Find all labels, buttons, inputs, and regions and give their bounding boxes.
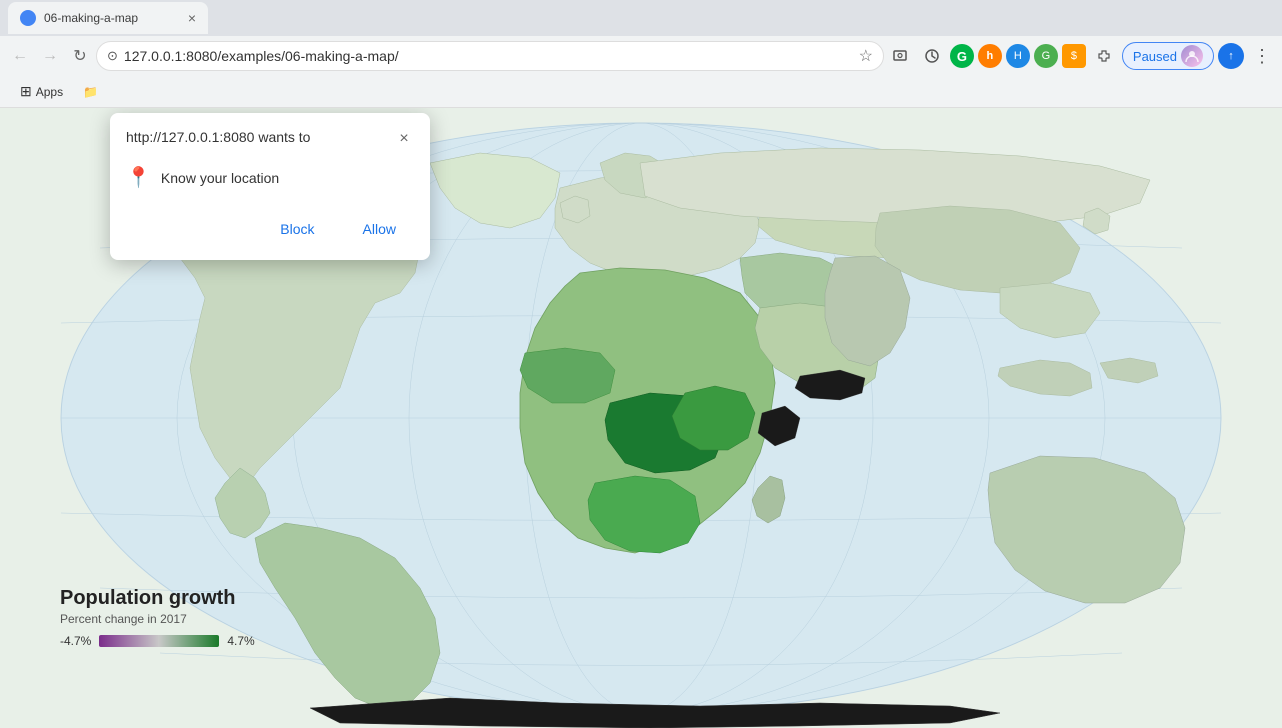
- legend-gradient-bar: [99, 635, 219, 647]
- active-tab[interactable]: 06-making-a-map ×: [8, 2, 208, 34]
- legend-title: Population growth: [60, 587, 255, 610]
- block-button[interactable]: Block: [262, 214, 332, 244]
- legend-min-label: -4.7%: [60, 634, 91, 648]
- history-icon[interactable]: [918, 42, 946, 70]
- toolbar-right: G h H G $ Paused ↑ ⋮: [886, 42, 1276, 70]
- address-bar[interactable]: ⊙ 127.0.0.1:8080/examples/06-making-a-ma…: [96, 41, 884, 71]
- folder-icon: 📁: [83, 85, 98, 99]
- legend-max-label: 4.7%: [227, 634, 254, 648]
- bookmark-apps[interactable]: ⊞ Apps: [12, 79, 71, 104]
- chrome-update-icon[interactable]: ↑: [1218, 43, 1244, 69]
- honey-icon[interactable]: h: [978, 44, 1002, 68]
- tab-title: 06-making-a-map: [44, 11, 180, 25]
- navigation-toolbar: ← → ↻ ⊙ 127.0.0.1:8080/examples/06-makin…: [0, 36, 1282, 76]
- more-options-icon[interactable]: ⋮: [1248, 42, 1276, 70]
- grammarly-icon[interactable]: G: [950, 44, 974, 68]
- popup-header: http://127.0.0.1:8080 wants to ×: [126, 129, 414, 149]
- permission-text: Know your location: [161, 170, 279, 186]
- apps-grid-icon: ⊞: [20, 83, 32, 100]
- tab-close-button[interactable]: ×: [188, 10, 196, 26]
- extension-icon[interactable]: H: [1006, 44, 1030, 68]
- back-button[interactable]: ←: [6, 42, 34, 70]
- security-icon: ⊙: [107, 48, 118, 64]
- legend-subtitle: Percent change in 2017: [60, 612, 255, 626]
- popup-permission-row: 📍 Know your location: [126, 161, 414, 194]
- reload-button[interactable]: ↻: [66, 42, 94, 70]
- map-legend: Population growth Percent change in 2017…: [60, 587, 255, 648]
- location-icon: 📍: [126, 165, 151, 190]
- tab-favicon: [20, 10, 36, 26]
- bookmark-folder[interactable]: 📁: [75, 81, 106, 103]
- bookmark-star-icon[interactable]: ☆: [859, 46, 873, 66]
- extensions-puzzle-icon[interactable]: [1090, 42, 1118, 70]
- legend-bar-container: -4.7% 4.7%: [60, 634, 255, 648]
- bookmark-apps-label: Apps: [36, 85, 63, 99]
- profile-badge[interactable]: Paused: [1122, 42, 1214, 70]
- browser-chrome: 06-making-a-map × ← → ↻ ⊙ 127.0.0.1:8080…: [0, 0, 1282, 108]
- screenshots-icon[interactable]: [886, 42, 914, 70]
- forward-button[interactable]: →: [36, 42, 64, 70]
- url-text: 127.0.0.1:8080/examples/06-making-a-map/: [124, 48, 853, 64]
- popup-actions: Block Allow: [126, 214, 414, 244]
- bookmarks-bar: ⊞ Apps 📁: [0, 76, 1282, 108]
- main-content: Population growth Percent change in 2017…: [0, 108, 1282, 728]
- permission-popup: http://127.0.0.1:8080 wants to × 📍 Know …: [110, 113, 430, 260]
- wallet-icon[interactable]: $: [1062, 44, 1086, 68]
- allow-button[interactable]: Allow: [345, 214, 414, 244]
- tab-bar: 06-making-a-map ×: [0, 0, 1282, 36]
- grammarly2-icon[interactable]: G: [1034, 44, 1058, 68]
- popup-title: http://127.0.0.1:8080 wants to: [126, 129, 310, 145]
- profile-avatar: [1181, 45, 1203, 67]
- popup-close-button[interactable]: ×: [394, 129, 414, 149]
- profile-label: Paused: [1133, 49, 1177, 64]
